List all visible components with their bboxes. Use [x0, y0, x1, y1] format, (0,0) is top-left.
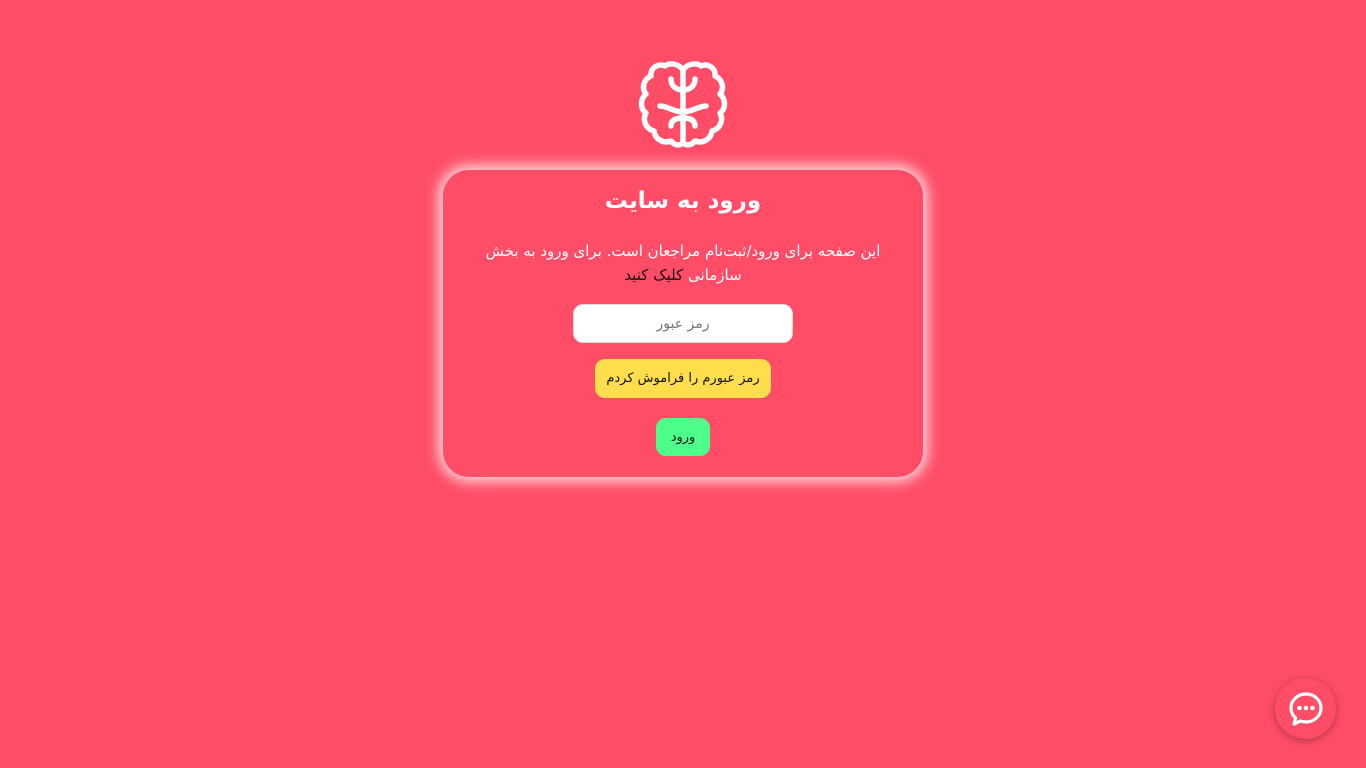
- login-button[interactable]: ورود: [656, 418, 710, 456]
- forgot-password-button[interactable]: رمز عبورم را فراموش کردم: [595, 359, 771, 398]
- login-page: ورود به سایت این صفحه برای ورود/ثبت‌نام …: [0, 0, 1366, 768]
- password-input[interactable]: [573, 304, 793, 343]
- login-description-text: این صفحه برای ورود/ثبت‌نام مراجعان است. …: [485, 242, 881, 284]
- chat-bubble-icon: [1288, 691, 1323, 726]
- login-card: ورود به سایت این صفحه برای ورود/ثبت‌نام …: [443, 170, 923, 477]
- login-description: این صفحه برای ورود/ثبت‌نام مراجعان است. …: [483, 239, 883, 287]
- page-title: ورود به سایت: [604, 188, 762, 214]
- chat-widget-button[interactable]: [1275, 678, 1336, 739]
- brain-icon: [638, 60, 728, 148]
- organization-link[interactable]: کلیک کنید: [624, 266, 683, 284]
